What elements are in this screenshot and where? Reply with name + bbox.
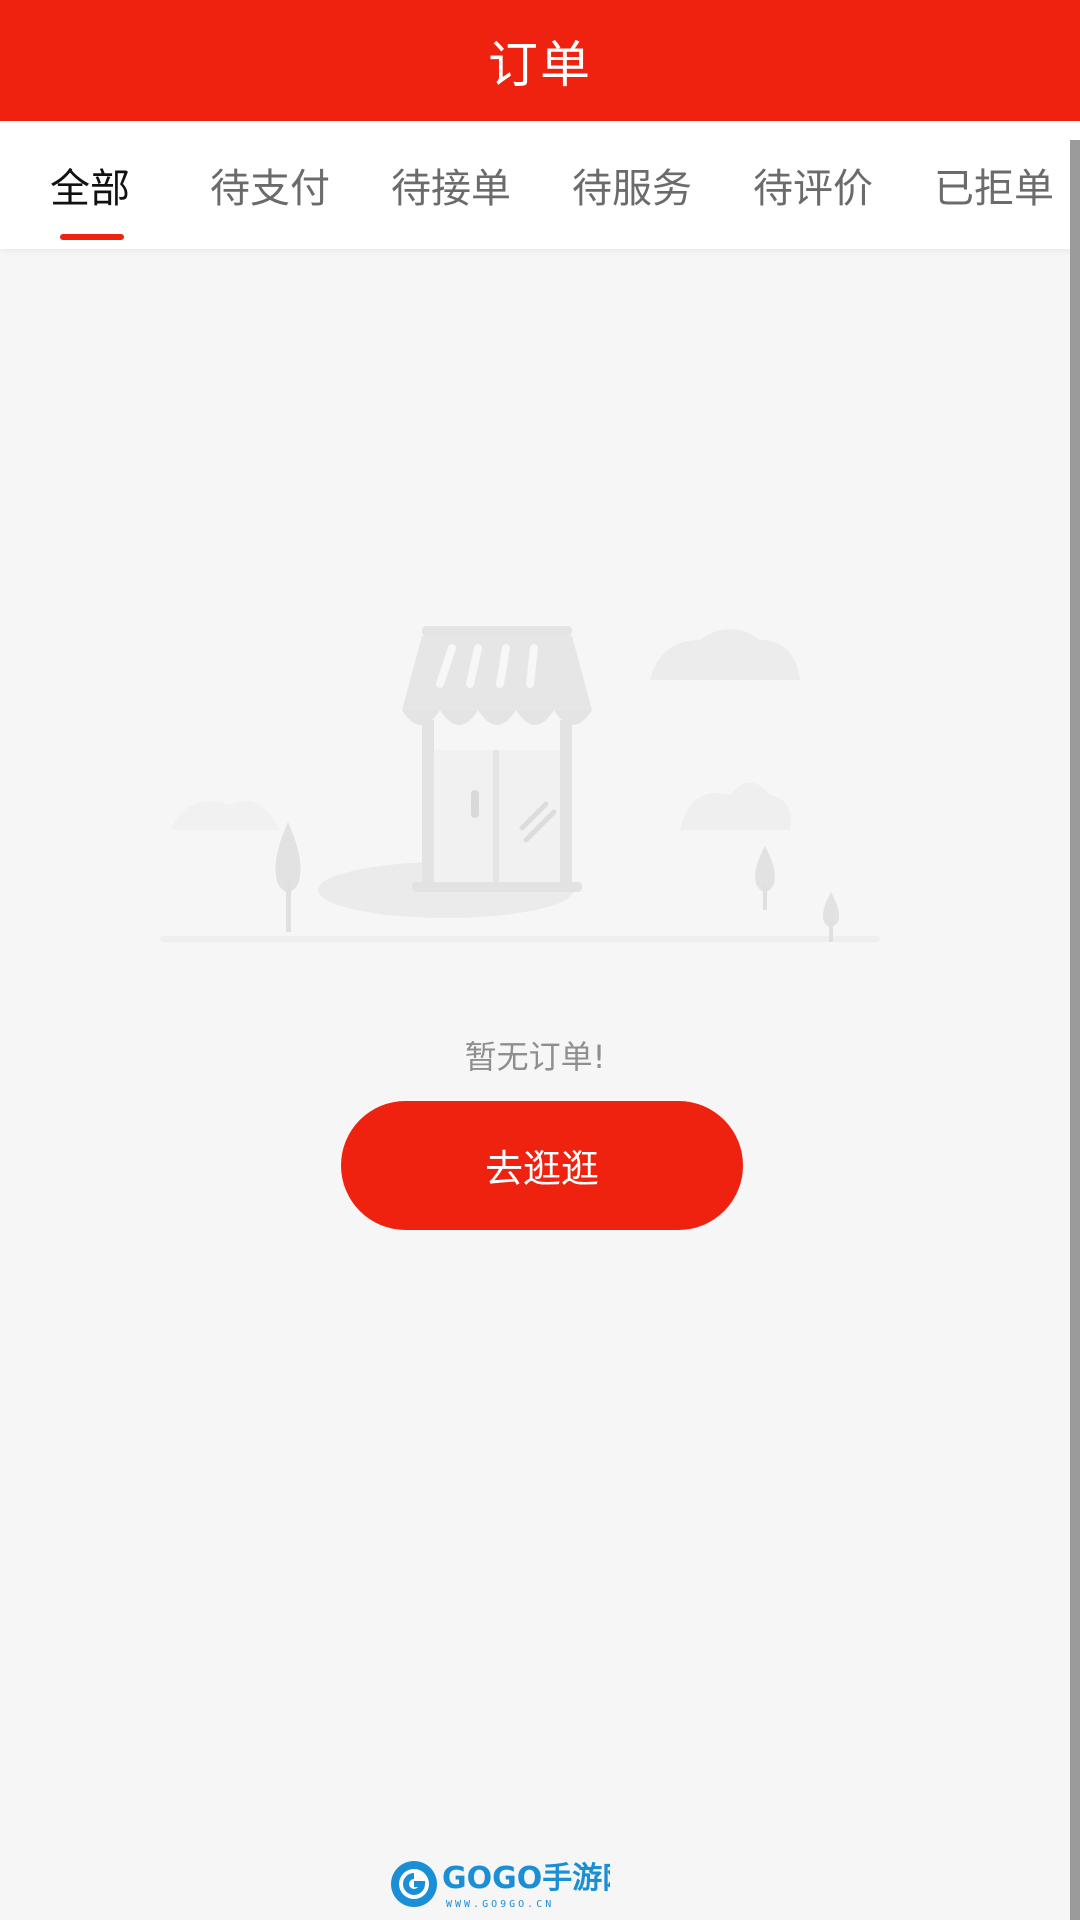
cloud-icon	[680, 782, 791, 830]
watermark-logo: GOGO手游网 WWW.GO9GO.CN	[391, 1861, 610, 1910]
active-tab-indicator	[60, 234, 124, 240]
page-title: 订单	[488, 35, 592, 94]
tab-all[interactable]: 全部	[40, 121, 140, 249]
tab-pending-acceptance[interactable]: 待接单	[381, 121, 521, 249]
storefront-illustration-icon	[160, 626, 880, 942]
ground-line	[160, 936, 880, 942]
tab-pending-service[interactable]: 待服务	[562, 121, 702, 249]
empty-state-message: 暂无订单!	[464, 1038, 606, 1076]
cloud-icon	[170, 800, 280, 830]
top-app-bar: 订单	[0, 0, 1080, 121]
orders-page: 订单 全部 待支付 待接单 待服务 待评价 已拒单 暂无订单! 去逛逛 GOGO…	[0, 0, 1080, 1920]
tab-pending-review[interactable]: 待评价	[743, 121, 883, 249]
tree-icon	[275, 822, 301, 932]
watermark-brand: GOGO手游网	[442, 1861, 610, 1896]
storefront-icon	[402, 626, 592, 892]
tree-icon	[822, 892, 840, 942]
tab-rejected[interactable]: 已拒单	[924, 121, 1064, 249]
watermark-url: WWW.GO9GO.CN	[446, 1899, 554, 1910]
cloud-icon	[650, 629, 800, 680]
order-status-tabs: 全部 待支付 待接单 待服务 待评价 已拒单	[0, 121, 1080, 249]
tab-pending-payment[interactable]: 待支付	[200, 121, 340, 249]
scrollbar[interactable]	[1070, 140, 1080, 1920]
go-shopping-button[interactable]: 去逛逛	[341, 1101, 743, 1230]
tree-icon	[755, 846, 775, 910]
